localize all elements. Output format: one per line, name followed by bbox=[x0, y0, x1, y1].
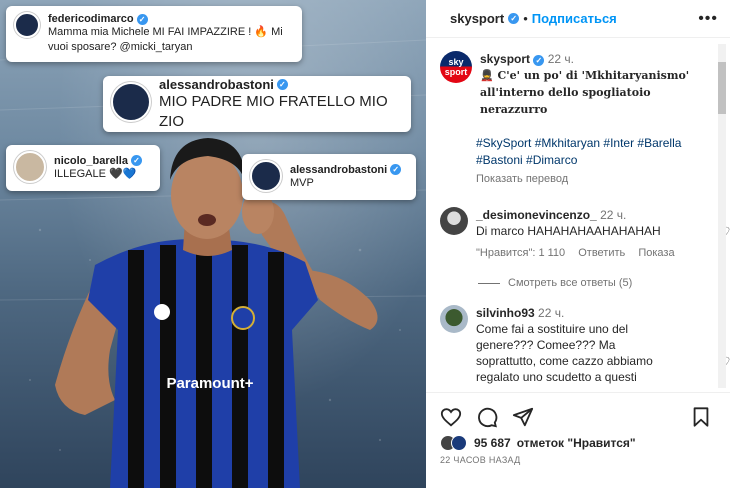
comment-text: Di marco HAHAHAHAAHAHAHAH bbox=[476, 224, 661, 238]
likes-label: отметок "Нравится" bbox=[516, 436, 636, 450]
follow-button[interactable]: Подписаться bbox=[532, 11, 617, 26]
avatar[interactable] bbox=[440, 305, 468, 333]
overlay-comment-bastoni-2: alessandrobastoni ✓ MVP bbox=[242, 154, 416, 200]
avatar bbox=[14, 12, 40, 38]
comment-username: alessandrobastoni bbox=[159, 76, 274, 92]
show-translation-link[interactable]: Показать перевод bbox=[476, 173, 568, 185]
comment-text: Come fai a sostituire uno del genere??? … bbox=[476, 322, 653, 384]
comment-username: alessandrobastoni bbox=[290, 163, 388, 176]
post-sidebar: skysport ✓ • Подписаться ••• sky sport s… bbox=[426, 0, 730, 488]
avatar[interactable]: sky sport bbox=[440, 51, 472, 83]
verified-icon: ✓ bbox=[136, 13, 148, 25]
caption-text: 💂 C'e' un po' di 'Mkhitaryanismo' all'in… bbox=[480, 69, 690, 116]
comment-text: Mamma mia Michele MI FAI IMPAZZIRE ! 🔥 M… bbox=[48, 26, 283, 53]
more-options-icon[interactable]: ••• bbox=[698, 10, 718, 28]
caption-username[interactable]: skysport bbox=[480, 52, 530, 66]
post-header: skysport ✓ • Подписаться ••• bbox=[426, 0, 730, 38]
likes-count: 95 687 bbox=[474, 436, 511, 450]
avatar bbox=[14, 151, 46, 183]
list-item: _desimonevincenzo_ 22 ч. Di marco HAHAHA… bbox=[440, 207, 730, 261]
player-illustration: Paramount+ bbox=[55, 138, 378, 488]
comment-username[interactable]: _desimonevincenzo_ bbox=[476, 208, 597, 222]
verified-icon: ✓ bbox=[390, 164, 402, 175]
heart-icon[interactable] bbox=[440, 406, 462, 428]
avatar[interactable] bbox=[440, 207, 468, 235]
post-caption: sky sport skysport ✓ 22 ч. 💂 C'e' un po'… bbox=[440, 51, 710, 118]
divider bbox=[478, 282, 500, 284]
comments-scroll-area[interactable]: sky sport skysport ✓ 22 ч. 💂 C'e' un po'… bbox=[426, 39, 730, 392]
verified-icon: ✓ bbox=[533, 55, 545, 66]
overlay-comment-barella: nicolo_barella ✓ ILLEGALE 🖤💙 bbox=[6, 145, 160, 191]
post-time-ago[interactable]: 22 ЧАСОВ НАЗАД bbox=[440, 455, 521, 465]
reply-button[interactable]: Ответить bbox=[578, 247, 625, 259]
share-icon[interactable] bbox=[512, 406, 534, 428]
bookmark-icon[interactable] bbox=[690, 406, 712, 428]
scrollbar-thumb[interactable] bbox=[718, 62, 726, 114]
separator: • bbox=[523, 11, 528, 26]
avatar bbox=[250, 160, 282, 192]
avatar-logo-top: sky bbox=[448, 57, 464, 67]
list-item: silvinho93 22 ч. Come fai a sostituire u… bbox=[440, 305, 730, 385]
comment-likes[interactable]: "Нравится": 1 110 bbox=[476, 247, 565, 259]
comment-username: nicolo_barella bbox=[54, 154, 128, 167]
liker-avatars bbox=[440, 435, 467, 451]
post-actions: 95 687 отметок "Нравится" 22 ЧАСОВ НАЗАД bbox=[426, 392, 730, 488]
avatar bbox=[111, 82, 151, 122]
likes-summary[interactable]: 95 687 отметок "Нравится" bbox=[440, 435, 636, 451]
avatar-logo-bottom: sport bbox=[444, 67, 468, 77]
overlay-comment-bastoni-1: alessandrobastoni ✓ MIO PADRE MIO FRATELL… bbox=[103, 76, 411, 132]
verified-icon: ✓ bbox=[508, 13, 520, 24]
view-replies-label: Смотреть все ответы (5) bbox=[508, 277, 633, 289]
comment-icon[interactable] bbox=[476, 406, 498, 428]
verified-icon: ✓ bbox=[276, 78, 288, 90]
jersey-sponsor: Paramount+ bbox=[166, 375, 253, 392]
caption-time[interactable]: 22 ч. bbox=[548, 52, 574, 66]
comment-text: MVP bbox=[290, 176, 314, 189]
header-username[interactable]: skysport bbox=[450, 11, 504, 26]
vertical-scrollbar[interactable] bbox=[718, 44, 726, 388]
comment-time[interactable]: 22 ч. bbox=[538, 306, 564, 320]
comment-username[interactable]: silvinho93 bbox=[476, 306, 535, 320]
comment-text: ILLEGALE 🖤💙 bbox=[54, 167, 137, 180]
post-image[interactable]: Paramount+ federicodimarco ✓ Mamma mia Mi… bbox=[0, 0, 426, 488]
comment-username: federicodimarco bbox=[48, 13, 134, 25]
verified-icon: ✓ bbox=[130, 155, 142, 166]
comment-time[interactable]: 22 ч. bbox=[600, 208, 626, 222]
comment-text: MIO PADRE MIO FRATELLO MIO ZIO bbox=[159, 92, 388, 130]
show-translation-button[interactable]: Показа bbox=[638, 247, 674, 259]
overlay-comment-dimarco: federicodimarco ✓ Mamma mia Michele MI FA… bbox=[6, 6, 302, 62]
caption-hashtags[interactable]: #SkySport #Mkhitaryan #Inter #Barella #B… bbox=[476, 135, 706, 169]
view-replies-link[interactable]: Смотреть все ответы (5) bbox=[478, 277, 632, 289]
